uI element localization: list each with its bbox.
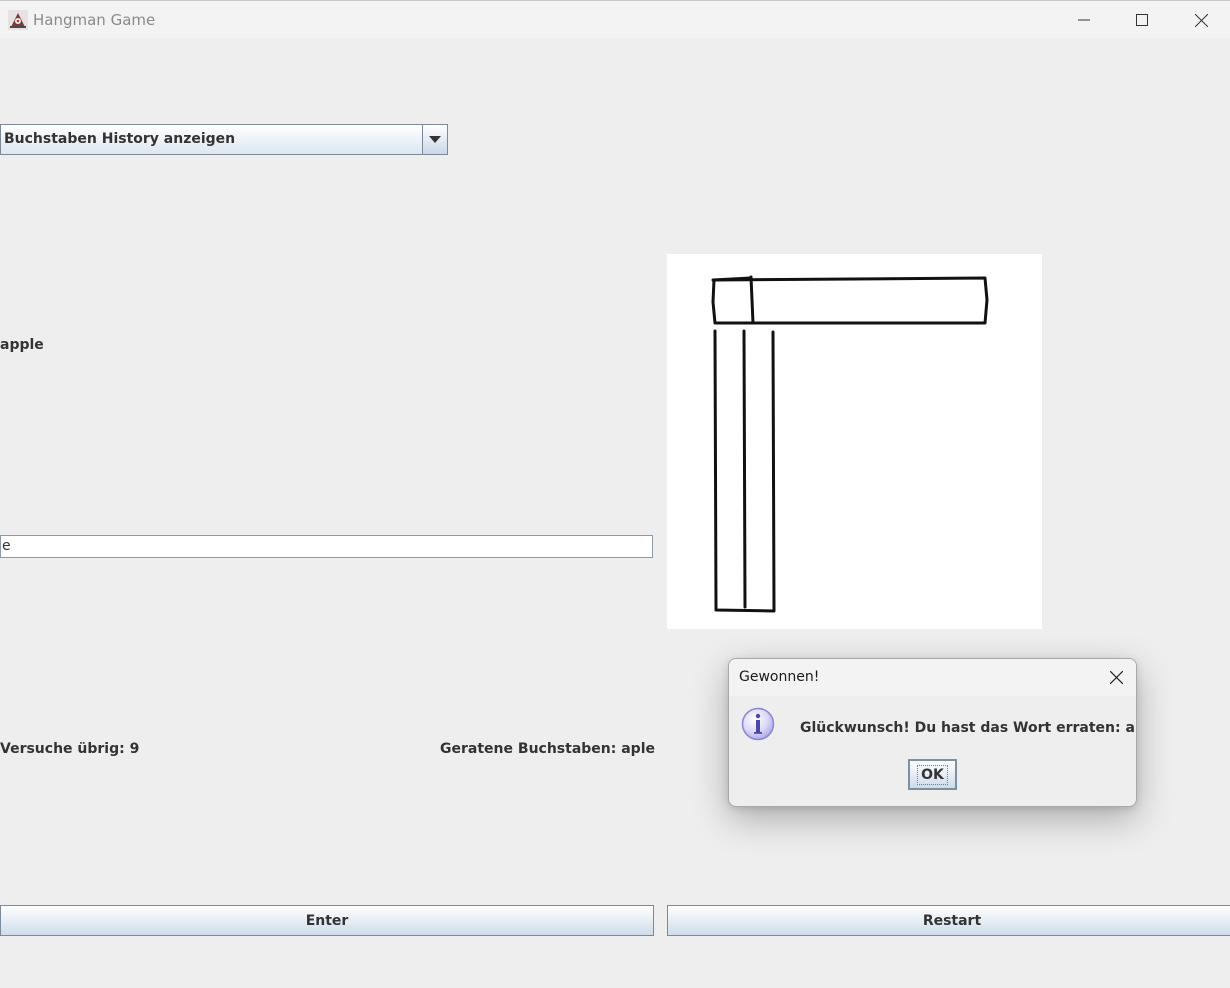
title-bar: Hangman Game <box>0 0 1230 38</box>
gallows-image <box>711 275 989 613</box>
window-title: Hangman Game <box>33 11 156 29</box>
maximize-icon <box>1136 14 1148 26</box>
main-window: Hangman Game Buchstaben History anzeigen <box>0 0 1230 988</box>
content-pane: Buchstaben History anzeigen apple e Vers… <box>0 38 1230 988</box>
minimize-button[interactable] <box>1055 1 1113 39</box>
minimize-icon <box>1078 19 1090 21</box>
dialog-title: Gewonnen! <box>739 669 820 685</box>
dialog-message: Glückwunsch! Du hast das Wort erraten: a… <box>800 720 1137 736</box>
attempts-remaining-label: Versuche übrig: 9 <box>0 741 140 757</box>
combo-dropdown-button[interactable] <box>422 125 447 154</box>
java-duke-icon <box>8 10 28 30</box>
chevron-down-icon <box>429 135 441 143</box>
hangman-drawing <box>667 254 1042 629</box>
win-dialog: Gewonnen! Glückwunsch! Du hast das Wort … <box>728 658 1137 807</box>
close-icon <box>1109 670 1123 684</box>
letter-input[interactable]: e <box>0 535 653 558</box>
close-button[interactable] <box>1172 1 1230 39</box>
restart-button[interactable]: Restart <box>667 905 1230 936</box>
history-combo-box[interactable]: Buchstaben History anzeigen <box>0 124 448 155</box>
close-icon <box>1194 13 1208 27</box>
guessed-letters-label: Geratene Buchstaben: aple <box>440 741 655 757</box>
maximize-button[interactable] <box>1113 1 1171 39</box>
combo-selected-value: Buchstaben History anzeigen <box>4 131 236 147</box>
dialog-title-bar: Gewonnen! <box>729 659 1136 696</box>
info-icon <box>741 707 775 741</box>
word-display: apple <box>0 337 44 353</box>
ok-button[interactable]: OK <box>908 759 957 790</box>
ok-button-label: OK <box>917 764 948 785</box>
dialog-close-button[interactable] <box>1106 667 1126 687</box>
enter-button[interactable]: Enter <box>0 905 654 936</box>
